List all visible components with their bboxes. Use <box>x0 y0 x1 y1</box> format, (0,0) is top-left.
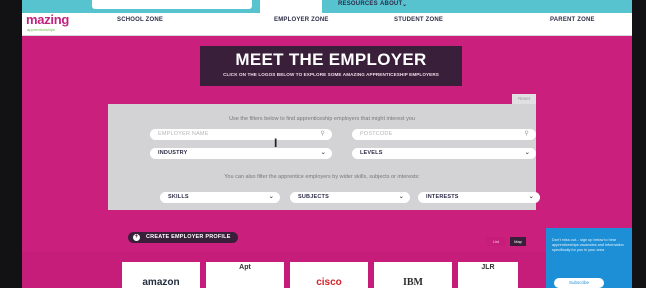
site-logo-subtext: apprenticeships <box>27 27 56 32</box>
employer-name-input[interactable]: EMPLOYER NAME ⚲ <box>150 129 332 140</box>
list-view-toggle[interactable]: List <box>486 237 506 246</box>
screen-bezel-right <box>632 0 646 288</box>
chevron-down-icon: ⌄ <box>268 194 274 200</box>
nav-parent-zone[interactable]: PARENT ZONE <box>550 17 595 23</box>
create-employer-profile-label: CREATE EMPLOYER PROFILE <box>146 234 231 240</box>
levels-label: LEVELS <box>360 150 383 156</box>
reset-filters-button[interactable]: Reset <box>512 94 536 104</box>
subscribe-button[interactable]: Subscribe <box>554 278 604 288</box>
chevron-down-icon[interactable]: ⌄ <box>402 1 407 8</box>
skills-label: SKILLS <box>168 194 189 200</box>
chevron-down-icon: ⌄ <box>528 194 534 200</box>
page-title: MEET THE EMPLOYER <box>235 50 427 69</box>
employer-card[interactable]: JLR <box>458 262 518 288</box>
map-view-toggle[interactable]: Map <box>510 237 526 246</box>
industry-select[interactable]: INDUSTRY ⌄ <box>150 148 332 159</box>
screen-bezel-left <box>0 0 22 288</box>
interests-select[interactable]: INTERESTS ⌄ <box>418 192 540 203</box>
filter-panel: Reset Use the filters below to find appr… <box>108 94 540 210</box>
interests-label: INTERESTS <box>426 194 459 200</box>
chevron-down-icon: ⌄ <box>320 150 326 156</box>
hero-title-box: MEET THE EMPLOYER CLICK ON THE LOGOS BEL… <box>200 46 462 86</box>
utility-nav-bar: RESOURCES ABOUT ⌄ <box>322 0 632 13</box>
chevron-down-icon: ⌄ <box>398 194 404 200</box>
subjects-select[interactable]: SUBJECTS ⌄ <box>290 192 410 203</box>
subjects-label: SUBJECTS <box>298 194 329 200</box>
employer-card[interactable]: Apt <box>206 262 284 288</box>
employer-logo: cisco <box>316 277 342 288</box>
page-subtitle: CLICK ON THE LOGOS BELOW TO EXPLORE SOME… <box>223 72 439 77</box>
employer-logo: amazon <box>142 277 180 288</box>
filter-hint-secondary: You can also filter the apprentice emplo… <box>224 174 420 180</box>
newsletter-popup: × Don't miss out... sign up below to hea… <box>546 228 632 288</box>
levels-select[interactable]: LEVELS ⌄ <box>352 148 536 159</box>
text-cursor-icon: I <box>274 136 278 150</box>
employer-logo: Apt <box>239 264 251 271</box>
plus-icon: + <box>133 234 140 241</box>
postcode-input[interactable]: POSTCODE ⚲ <box>352 129 536 140</box>
skills-select[interactable]: SKILLS ⌄ <box>160 192 280 203</box>
chevron-down-icon: ⌄ <box>524 150 530 156</box>
search-icon: ⚲ <box>524 131 529 137</box>
employer-card[interactable]: cisco <box>290 262 368 288</box>
hero-section: MEET THE EMPLOYER CLICK ON THE LOGOS BEL… <box>22 36 632 288</box>
postcode-placeholder: POSTCODE <box>360 131 393 137</box>
create-employer-profile-button[interactable]: + CREATE EMPLOYER PROFILE <box>128 232 238 243</box>
newsletter-popup-text: Don't miss out... sign up below to hear … <box>552 238 624 253</box>
employer-card[interactable]: amazon <box>122 262 200 288</box>
about-link[interactable]: ABOUT <box>380 1 402 7</box>
web-page: RESOURCES ABOUT ⌄ mazing apprenticeships… <box>22 0 632 288</box>
search-icon: ⚲ <box>320 131 325 137</box>
header-top-tab <box>92 0 252 9</box>
filter-hint-primary: Use the filters below to find apprentice… <box>229 116 415 122</box>
employer-card[interactable]: IBM <box>374 262 452 288</box>
resources-link[interactable]: RESOURCES <box>338 1 378 7</box>
nav-student-zone[interactable]: STUDENT ZONE <box>394 17 443 23</box>
employer-name-placeholder: EMPLOYER NAME <box>158 131 209 137</box>
employer-logo: IBM <box>403 277 423 288</box>
site-logo[interactable]: mazing <box>26 12 69 27</box>
employer-logo: JLR <box>481 264 495 271</box>
nav-school-zone[interactable]: SCHOOL ZONE <box>117 17 163 23</box>
industry-label: INDUSTRY <box>158 150 188 156</box>
nav-employer-zone[interactable]: EMPLOYER ZONE <box>274 17 329 23</box>
